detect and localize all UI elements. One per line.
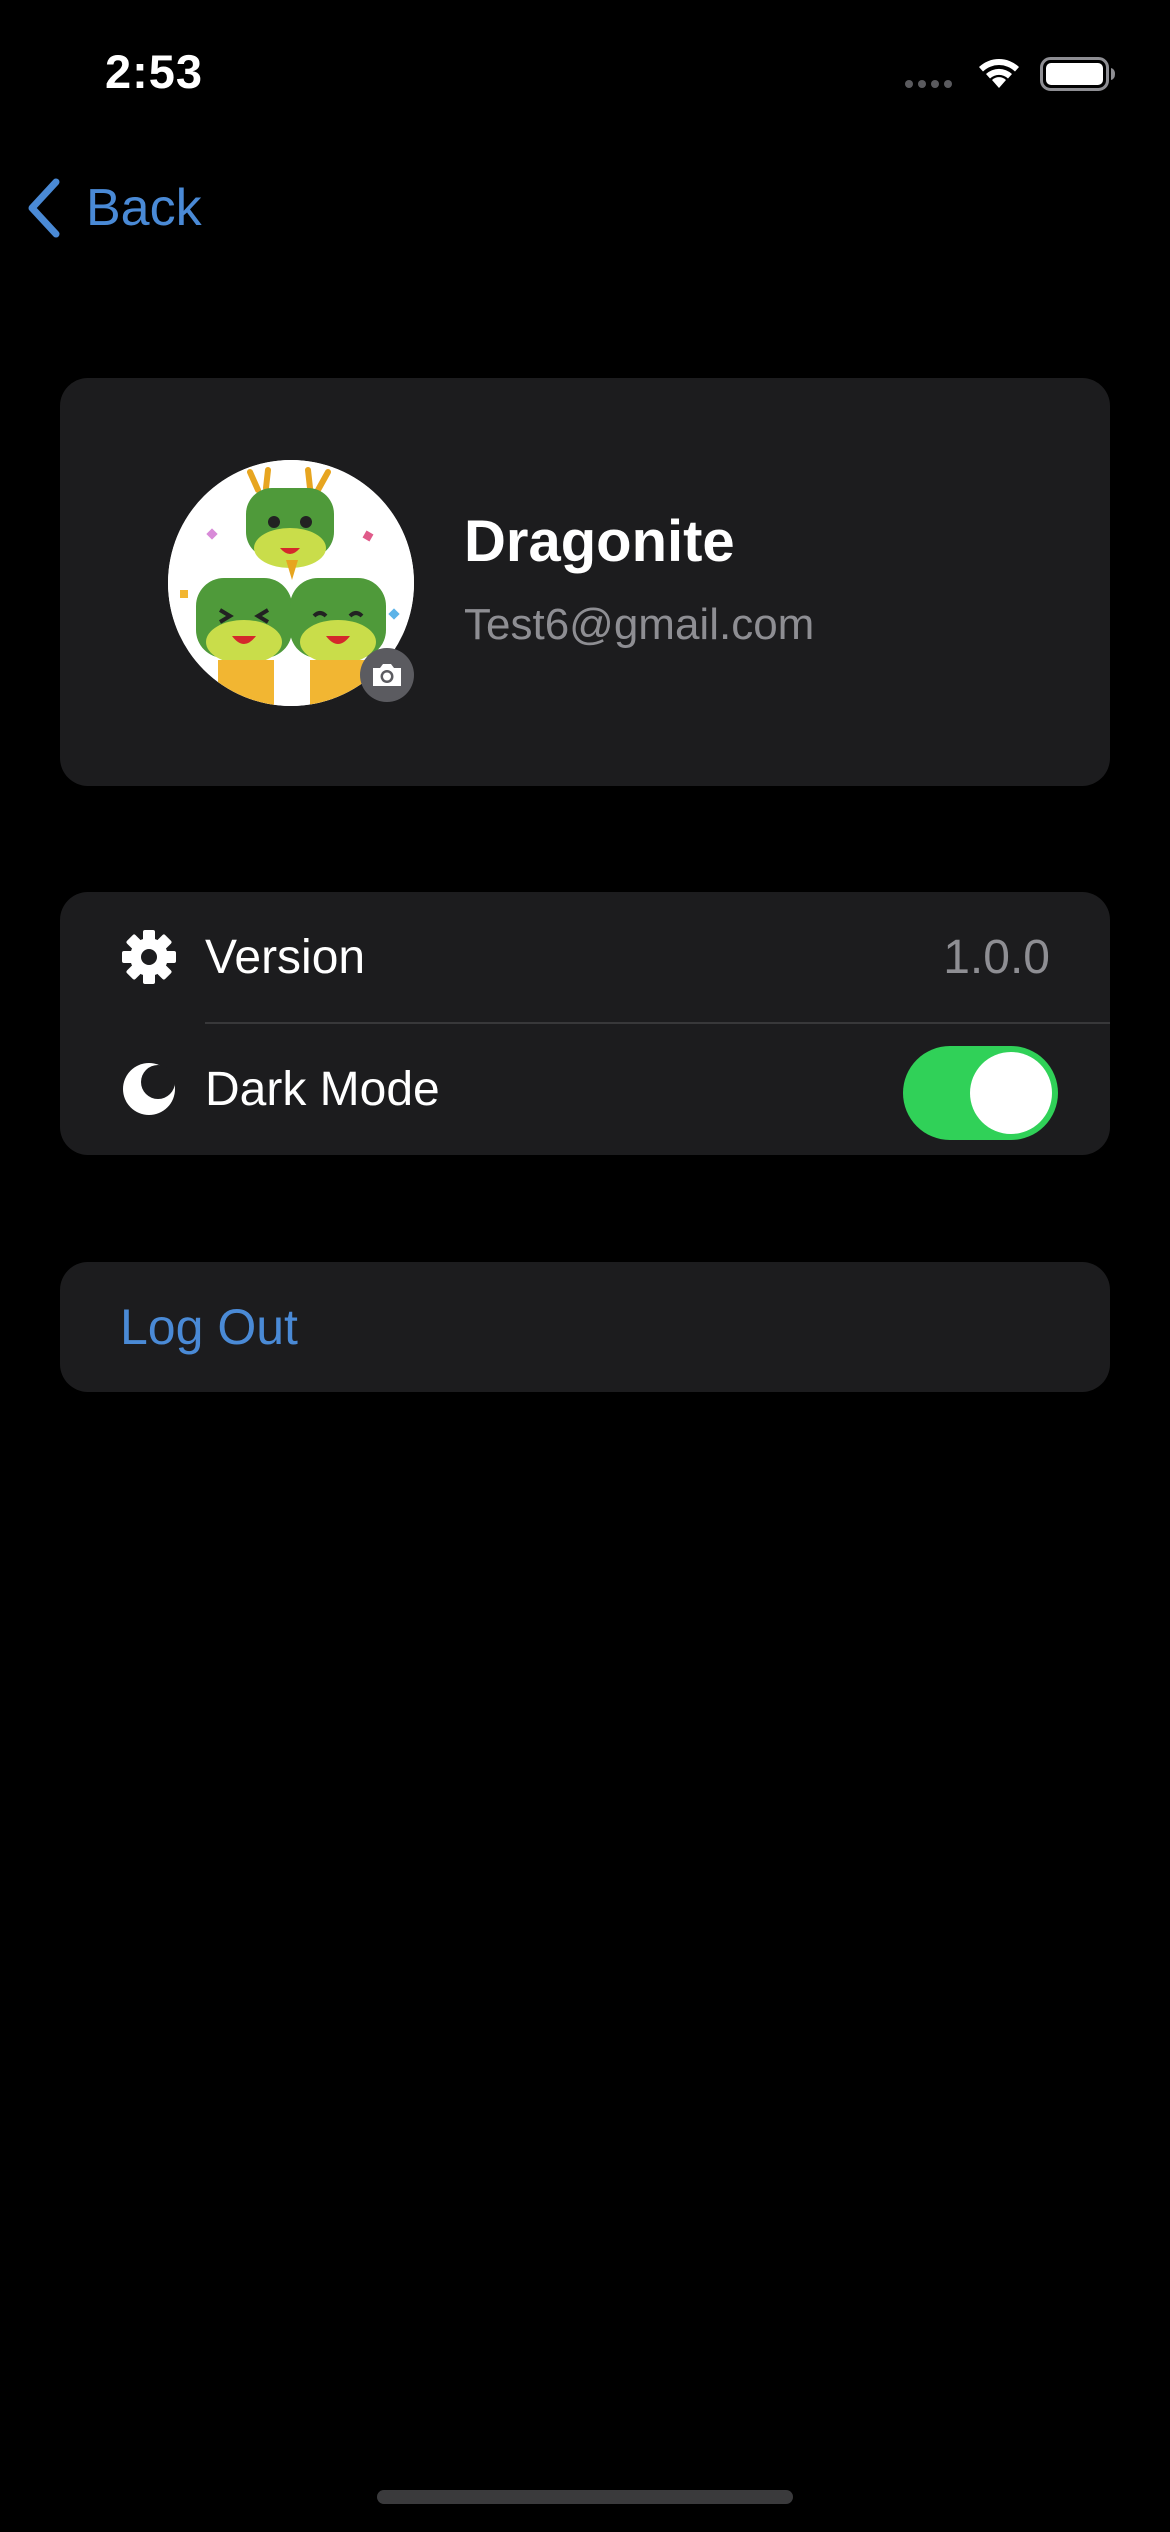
gear-icon (122, 930, 176, 984)
battery-icon (1040, 57, 1115, 91)
version-value: 1.0.0 (943, 931, 1050, 984)
version-row: Version 1.0.0 (60, 892, 1110, 1023)
profile-name: Dragonite (464, 509, 735, 574)
profile-card: Dragonite Test6@gmail.com (60, 378, 1110, 786)
toggle-knob (970, 1052, 1052, 1134)
status-bar: 2:53 (0, 0, 1170, 150)
version-label: Version (205, 931, 366, 984)
camera-button[interactable] (360, 648, 414, 702)
settings-card: Version 1.0.0 Dark Mode (60, 892, 1110, 1155)
logout-card: Log Out (60, 1262, 1110, 1392)
chevron-left-icon (28, 178, 60, 238)
logout-button[interactable]: Log Out (120, 1298, 298, 1356)
moon-icon (123, 1063, 175, 1115)
camera-icon (373, 664, 401, 686)
back-label: Back (86, 179, 202, 237)
cellular-signal-icon (905, 80, 952, 88)
back-button[interactable]: Back (22, 172, 202, 244)
dark-mode-label: Dark Mode (205, 1063, 440, 1116)
status-time: 2:53 (105, 45, 204, 98)
dark-mode-row: Dark Mode (60, 1024, 1110, 1155)
dark-mode-toggle[interactable] (903, 1046, 1058, 1140)
profile-email: Test6@gmail.com (464, 600, 815, 649)
wifi-icon (979, 59, 1019, 88)
home-indicator (377, 2490, 793, 2504)
